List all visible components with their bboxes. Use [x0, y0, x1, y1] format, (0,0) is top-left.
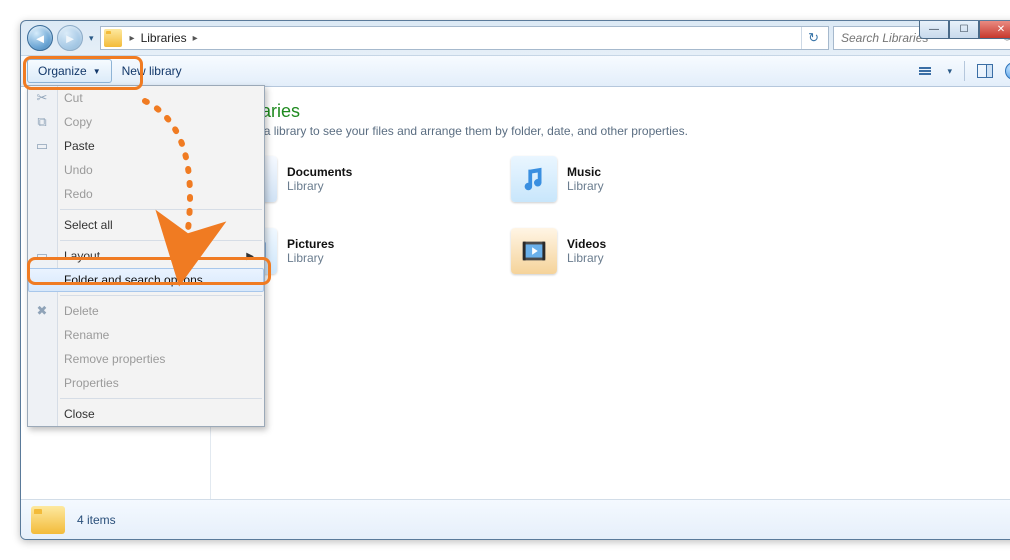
menu-item-close[interactable]: Close	[28, 402, 264, 426]
library-item-documents[interactable]: Documents Library	[231, 156, 481, 202]
back-button[interactable]: ◄	[27, 25, 53, 51]
library-label: Videos Library	[567, 237, 606, 265]
menu-item-layout[interactable]: ▭ Layout ▶	[28, 244, 264, 268]
libraries-grid: Documents Library Music Library	[231, 156, 1009, 274]
organize-label: Organize	[38, 64, 87, 78]
status-bar: 4 items	[21, 499, 1010, 539]
refresh-icon: ↻	[808, 30, 819, 46]
menu-separator	[60, 295, 262, 296]
content-pane: Libraries Open a library to see your fil…	[211, 87, 1010, 499]
organize-button[interactable]: Organize ▼	[27, 59, 112, 83]
libraries-icon	[104, 29, 122, 47]
menu-item-folder-options[interactable]: Folder and search options	[28, 268, 264, 292]
library-label: Documents Library	[287, 165, 352, 193]
library-item-pictures[interactable]: Pictures Library	[231, 228, 481, 274]
menu-item-properties[interactable]: Properties	[28, 371, 264, 395]
library-label: Music Library	[567, 165, 604, 193]
refresh-button[interactable]: ↻	[801, 27, 825, 49]
submenu-arrow-icon: ▶	[246, 251, 254, 262]
history-dropdown[interactable]: ▾	[87, 33, 96, 44]
breadcrumb-chevron-icon[interactable]: ▸	[126, 33, 139, 44]
menu-item-rename[interactable]: Rename	[28, 323, 264, 347]
library-item-videos[interactable]: Videos Library	[511, 228, 761, 274]
music-icon	[511, 156, 557, 202]
command-bar: Organize ▼ New library ▾ ?	[21, 55, 1010, 87]
close-button[interactable]: ✕	[979, 21, 1010, 39]
preview-pane-icon	[977, 64, 993, 78]
menu-separator	[60, 240, 262, 241]
videos-icon	[511, 228, 557, 274]
menu-item-undo[interactable]: Undo	[28, 158, 264, 182]
layout-icon: ▭	[34, 248, 50, 264]
address-bar[interactable]: ▸ Libraries ▸ ↻	[100, 26, 829, 50]
copy-icon: ⧉	[34, 114, 50, 130]
maximize-button[interactable]: ☐	[949, 21, 979, 39]
forward-icon: ►	[64, 31, 77, 46]
menu-item-delete[interactable]: ✖ Delete	[28, 299, 264, 323]
explorer-window: — ☐ ✕ ◄ ► ▾ ▸ Libraries ▸ ↻ 🔍 Organize ▼…	[20, 20, 1010, 540]
breadcrumb-location[interactable]: Libraries	[141, 31, 187, 45]
page-subtitle: Open a library to see your files and arr…	[231, 124, 1009, 138]
cut-icon: ✂	[34, 90, 50, 106]
view-dropdown[interactable]: ▾	[945, 66, 954, 77]
preview-pane-button[interactable]	[975, 61, 995, 81]
help-button[interactable]: ?	[1005, 62, 1010, 80]
menu-item-redo[interactable]: Redo	[28, 182, 264, 206]
minimize-button[interactable]: —	[919, 21, 949, 39]
navigation-bar: ◄ ► ▾ ▸ Libraries ▸ ↻ 🔍	[21, 21, 1010, 55]
back-icon: ◄	[34, 31, 47, 46]
menu-item-select-all[interactable]: Select all	[28, 213, 264, 237]
library-label: Pictures Library	[287, 237, 334, 265]
window-controls: — ☐ ✕	[919, 21, 1010, 39]
chevron-down-icon: ▼	[93, 67, 101, 76]
organize-menu: ✂ Cut ⧉ Copy ▭ Paste Undo Redo Select al…	[27, 85, 265, 427]
breadcrumb-chevron-icon[interactable]: ▸	[189, 33, 202, 44]
change-view-button[interactable]	[915, 61, 935, 81]
delete-icon: ✖	[34, 303, 50, 319]
menu-item-cut[interactable]: ✂ Cut	[28, 86, 264, 110]
menu-item-remove-properties[interactable]: Remove properties	[28, 347, 264, 371]
forward-button[interactable]: ►	[57, 25, 83, 51]
menu-separator	[60, 209, 262, 210]
page-title: Libraries	[231, 101, 1009, 122]
menu-item-paste[interactable]: ▭ Paste	[28, 134, 264, 158]
menu-separator	[60, 398, 262, 399]
library-item-music[interactable]: Music Library	[511, 156, 761, 202]
new-library-button[interactable]: New library	[122, 64, 182, 78]
paste-icon: ▭	[34, 138, 50, 154]
menu-item-copy[interactable]: ⧉ Copy	[28, 110, 264, 134]
separator	[964, 61, 965, 81]
